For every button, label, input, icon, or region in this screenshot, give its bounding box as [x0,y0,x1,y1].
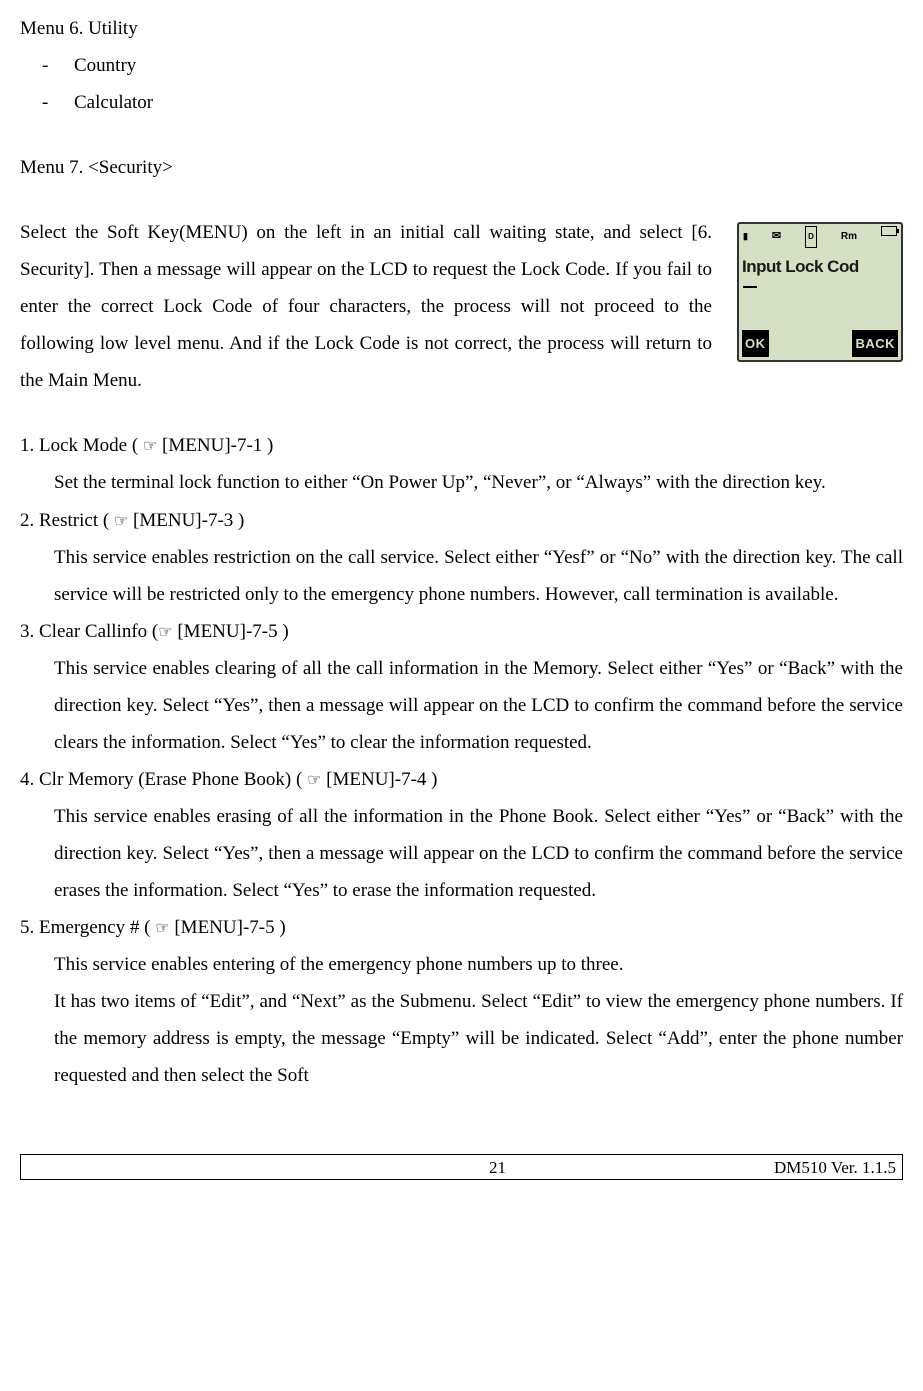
item-body: This service enables clearing of all the… [54,650,903,761]
item-clear-callinfo: 3. Clear Callinfo ( [MENU]-7-5 ) This se… [20,613,903,761]
item-num: 1. Lock Mode ( [20,435,143,456]
hand-icon [155,917,169,938]
item-body: This service enables erasing of all the … [54,798,903,909]
item-ref: [MENU]-7-3 ) [128,510,244,531]
item-ref: [MENU]-7-5 ) [170,917,286,938]
lcd-ok-softkey: OK [742,330,769,357]
signal-icon [743,226,748,247]
bullet-dash: - [42,47,74,84]
item-body: This service enables entering of the eme… [54,946,903,983]
item-ref: [MENU]-7-5 ) [173,621,289,642]
item-body: Set the terminal lock function to either… [54,464,903,501]
item-body: It has two items of “Edit”, and “Next” a… [54,983,903,1094]
menu6-title: Menu 6. Utility [20,10,903,47]
list-item: - Country [42,47,903,84]
doc-version: DM510 Ver. 1.1.5 [774,1151,902,1184]
list-item: - Calculator [42,84,903,121]
item-num: 3. Clear Callinfo ( [20,621,158,642]
item-num: 2. Restrict ( [20,510,114,531]
lcd-back-softkey: BACK [852,330,898,357]
list-label: Country [74,47,136,84]
hand-icon [158,621,172,642]
lcd-prompt: Input Lock Cod [739,250,901,283]
page-number: 21 [221,1151,774,1184]
item-ref: [MENU]-7-4 ) [321,769,437,790]
hand-icon [143,435,157,456]
item-num: 4. Clr Memory (Erase Phone Book) ( [20,769,307,790]
d-icon: D [805,226,817,247]
envelope-icon [772,226,781,247]
item-num: 5. Emergency # ( [20,917,155,938]
bullet-dash: - [42,84,74,121]
lcd-cursor [743,286,757,288]
item-emergency: 5. Emergency # ( [MENU]-7-5 ) This servi… [20,909,903,1094]
list-label: Calculator [74,84,153,121]
hand-icon [307,769,321,790]
rm-icon: Rm [841,226,857,247]
lcd-screenshot: D Rm Input Lock Cod OK BACK [737,222,903,362]
item-body: This service enables restriction on the … [54,539,903,613]
item-lock-mode: 1. Lock Mode ( [MENU]-7-1 ) Set the term… [20,427,903,501]
lcd-statusbar: D Rm [739,224,901,249]
battery-icon [881,226,897,236]
menu7-title: Menu 7. <Security> [20,149,903,186]
page-footer: 21 DM510 Ver. 1.1.5 [20,1154,903,1180]
item-ref: [MENU]-7-1 ) [157,435,273,456]
menu7-intro: Select the Soft Key(MENU) on the left in… [20,214,712,399]
item-restrict: 2. Restrict ( [MENU]-7-3 ) This service … [20,502,903,613]
item-clr-memory: 4. Clr Memory (Erase Phone Book) ( [MENU… [20,761,903,909]
hand-icon [114,510,128,531]
